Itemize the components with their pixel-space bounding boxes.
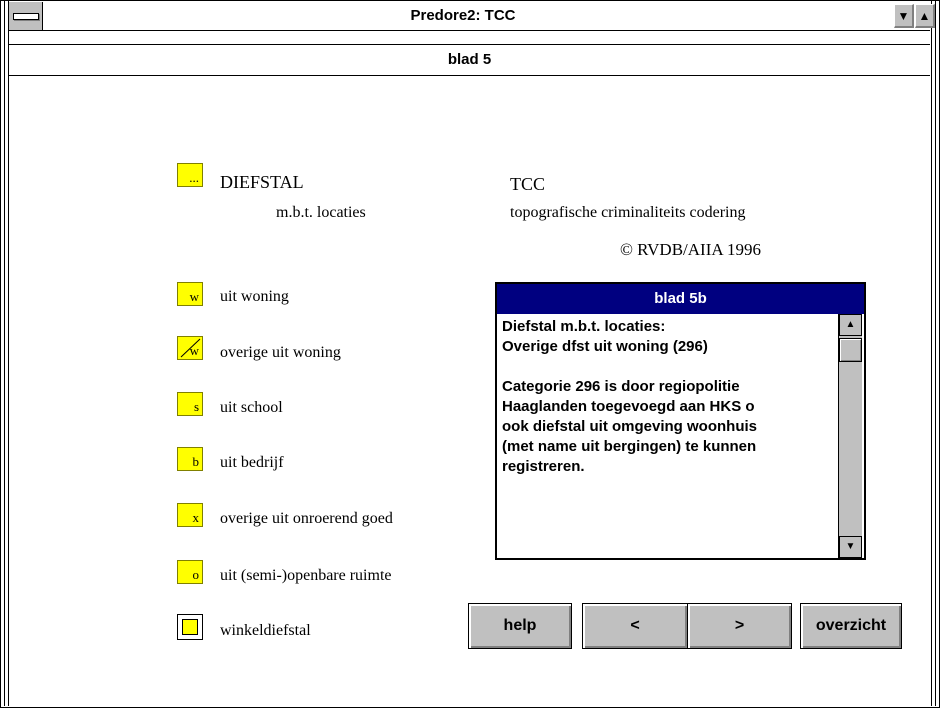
category-overige-onroerend-goed[interactable]: overige uit onroerend goed xyxy=(220,510,393,528)
detail-window-title[interactable]: blad 5b xyxy=(497,284,864,314)
minimize-button[interactable]: ▼ xyxy=(894,4,914,28)
help-button[interactable]: help xyxy=(468,603,572,649)
vertical-scrollbar[interactable]: ▲ ▼ xyxy=(838,314,862,558)
previous-button[interactable]: < xyxy=(582,603,688,649)
next-button[interactable]: > xyxy=(687,603,792,649)
code-label: s xyxy=(193,399,199,414)
scroll-up-button[interactable]: ▲ xyxy=(839,314,862,336)
diefstal-code: ... xyxy=(189,170,199,185)
code-label: w xyxy=(189,343,199,358)
code-label: x xyxy=(192,510,200,525)
code-box-b[interactable]: b xyxy=(177,447,203,471)
maximize-button[interactable]: ▲ xyxy=(915,4,935,28)
code-box-o[interactable]: o xyxy=(177,560,203,584)
category-uit-school[interactable]: uit school xyxy=(220,399,283,417)
detail-text: Diefstal m.b.t. locaties: Overige dfst u… xyxy=(502,318,758,475)
category-uit-bedrijf[interactable]: uit bedrijf xyxy=(220,454,284,472)
category-uit-woning[interactable]: uit woning xyxy=(220,288,289,306)
page-header-bar: blad 5 xyxy=(9,44,930,76)
tcc-title: TCC xyxy=(510,174,546,194)
category-winkeldiefstal[interactable]: winkeldiefstal xyxy=(220,622,311,640)
window-title: Predore2: TCC xyxy=(410,7,516,24)
subheading-locaties: m.b.t. locaties xyxy=(276,204,366,221)
category-overige-uit-woning[interactable]: overige uit woning xyxy=(220,344,341,362)
code-box-s[interactable]: s xyxy=(177,392,203,416)
code-box-x[interactable]: x xyxy=(177,503,203,527)
code-box-w-overige[interactable]: w xyxy=(177,336,203,360)
code-label: b xyxy=(192,454,200,469)
diefstal-code-box[interactable]: ... xyxy=(177,163,203,187)
heading-diefstal: DIEFSTAL xyxy=(220,172,304,192)
scroll-thumb[interactable] xyxy=(839,338,862,362)
system-menu-icon[interactable] xyxy=(9,2,43,30)
overview-button[interactable]: overzicht xyxy=(800,603,902,649)
code-label: w xyxy=(189,289,199,304)
code-box-w[interactable]: w xyxy=(177,282,203,306)
tcc-subtitle: topografische criminaliteits codering xyxy=(510,204,746,221)
category-semi-openbare-ruimte[interactable]: uit (semi-)openbare ruimte xyxy=(220,567,392,585)
scroll-down-button[interactable]: ▼ xyxy=(839,536,862,558)
system-menu-bar xyxy=(13,13,39,20)
code-label: o xyxy=(192,567,200,582)
page-title: blad 5 xyxy=(447,51,492,68)
winkel-inner-box xyxy=(182,619,198,635)
detail-window: blad 5b Diefstal m.b.t. locaties: Overig… xyxy=(495,282,866,560)
copyright-notice: © RVDB/AIIA 1996 xyxy=(620,240,761,259)
code-box-winkel[interactable] xyxy=(177,614,203,640)
